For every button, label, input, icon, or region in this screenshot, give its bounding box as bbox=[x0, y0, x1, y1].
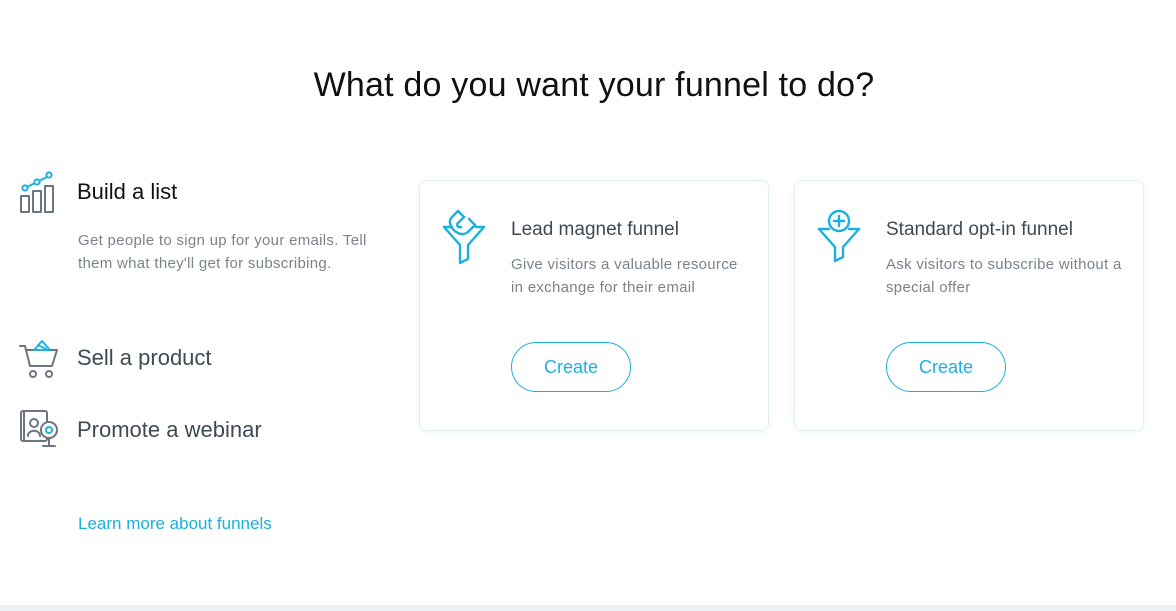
footer-divider bbox=[0, 605, 1176, 611]
webinar-camera-icon bbox=[20, 410, 58, 447]
opt-in-funnel-icon bbox=[817, 209, 861, 263]
goal-promote-a-webinar[interactable]: Promote a webinar bbox=[18, 408, 262, 452]
learn-more-link[interactable]: Learn more about funnels bbox=[78, 514, 272, 534]
funnel-card-standard-opt-in: Standard opt-in funnel Ask visitors to s… bbox=[794, 180, 1144, 431]
magnet-funnel-icon bbox=[442, 209, 486, 265]
page-title: What do you want your funnel to do? bbox=[313, 66, 875, 104]
card-description: Give visitors a valuable resource in exc… bbox=[511, 256, 738, 296]
goal-label: Build a list bbox=[77, 179, 178, 204]
create-lead-magnet-button[interactable]: Create bbox=[511, 342, 631, 392]
goal-label: Promote a webinar bbox=[77, 417, 262, 442]
card-title: Standard opt-in funnel bbox=[886, 219, 1073, 240]
bar-chart-growth-icon bbox=[20, 171, 54, 213]
goal-sell-a-product[interactable]: Sell a product bbox=[18, 336, 212, 380]
goal-label: Sell a product bbox=[77, 345, 212, 370]
funnel-card-lead-magnet: Lead magnet funnel Give visitors a valua… bbox=[419, 180, 769, 431]
shopping-cart-icon bbox=[19, 340, 58, 378]
goal-build-a-list[interactable]: Build a list bbox=[18, 170, 177, 214]
card-title: Lead magnet funnel bbox=[511, 219, 679, 240]
goal-description: Get people to sign up for your emails. T… bbox=[78, 232, 367, 272]
create-standard-opt-in-button[interactable]: Create bbox=[886, 342, 1006, 392]
card-description: Ask visitors to subscribe without a spec… bbox=[886, 256, 1122, 296]
